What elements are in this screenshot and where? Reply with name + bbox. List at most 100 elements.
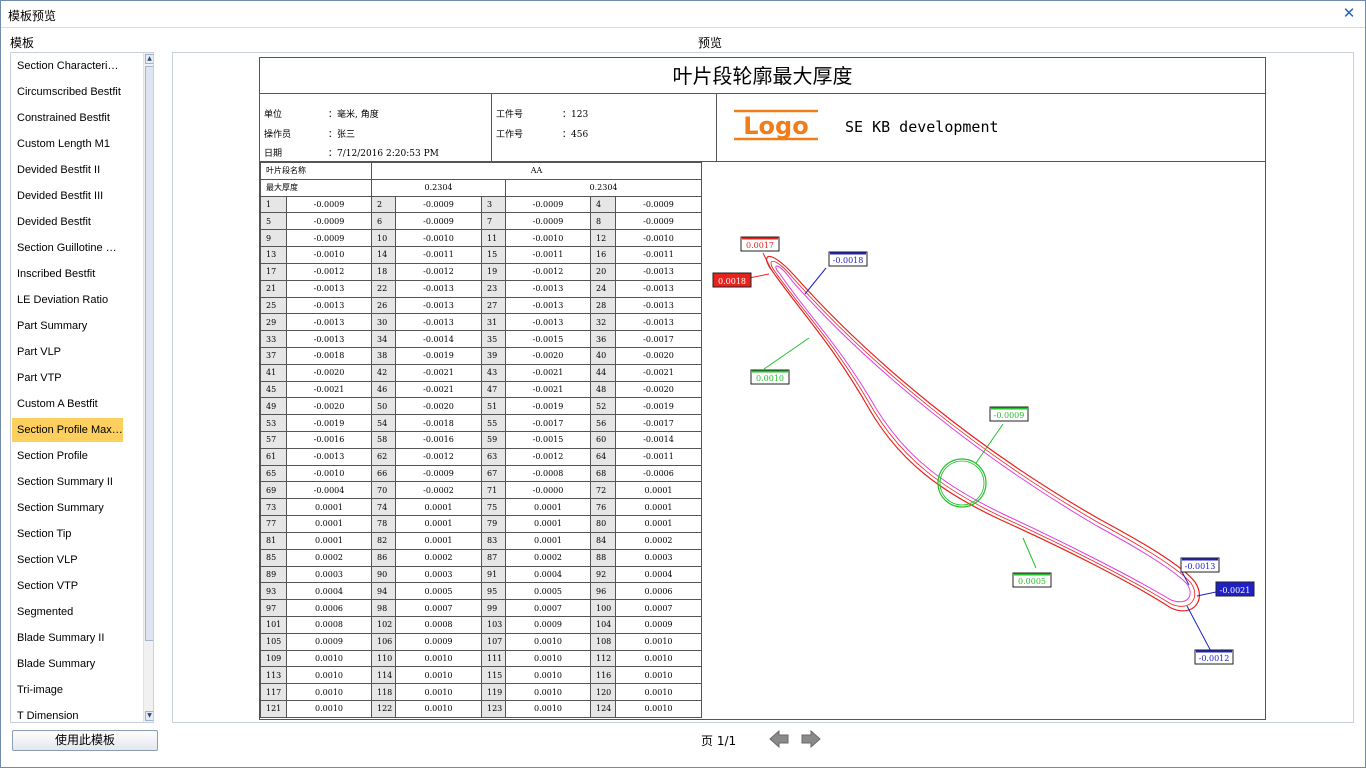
leader-line [804, 267, 827, 295]
point-index: 81 [260, 531, 287, 550]
operator-label: 操作员 [264, 130, 292, 140]
prev-page-arrow-icon[interactable] [769, 730, 789, 748]
deviation-value: 0.0007 [395, 599, 482, 617]
template-list-item[interactable]: Section Profile [12, 444, 123, 468]
deviation-value: 0.0010 [615, 632, 702, 651]
leader-line [748, 273, 770, 279]
deviation-value: 0.0010 [505, 683, 591, 701]
deviation-value: 0.0003 [286, 565, 372, 584]
point-index: 35 [481, 330, 506, 348]
work-no-label: 工作号 [496, 130, 524, 140]
template-list-item[interactable]: Part Summary [12, 314, 123, 338]
deviation-value: 0.0009 [615, 615, 702, 634]
header-divider [716, 94, 717, 162]
template-list-item[interactable]: Custom Length M1 [12, 132, 123, 156]
logo-text: Logo [743, 112, 808, 140]
template-list-item[interactable]: Devided Bestfit II [12, 158, 123, 182]
deviation-value: 0.0001 [615, 481, 702, 500]
deviation-value: -0.0011 [395, 246, 482, 264]
template-list-item[interactable]: Section Summary [12, 496, 123, 520]
template-list[interactable]: Section Characteristics Circumscribed Bes… [10, 52, 154, 723]
template-list-item[interactable]: Part VTP [12, 366, 123, 390]
point-index: 89 [260, 565, 287, 584]
deviation-value: -0.0012 [286, 262, 372, 281]
point-index: 12 [590, 229, 616, 248]
deviation-value: 0.0001 [505, 531, 591, 550]
template-list-item[interactable]: Tri-image [12, 678, 123, 702]
template-list-item[interactable]: Blade Summary [12, 652, 123, 676]
deviation-value: 0.0001 [395, 531, 482, 550]
deviation-value: -0.0018 [286, 346, 372, 365]
point-index: 44 [590, 363, 616, 382]
point-index: 124 [590, 700, 616, 718]
template-list-item[interactable]: Section Summary II [12, 470, 123, 494]
scroll-down-arrow-icon[interactable]: ▼ [145, 711, 153, 721]
next-page-arrow-icon[interactable] [801, 730, 821, 748]
template-list-item[interactable]: Constrained Bestfit [12, 106, 123, 130]
deviation-value: -0.0006 [615, 464, 702, 483]
template-list-item[interactable]: Circumscribed Bestfit [12, 80, 123, 104]
deviation-value: -0.0020 [395, 397, 482, 416]
point-index: 109 [260, 649, 287, 668]
list-scrollbar[interactable]: ▲ ▼ [143, 53, 153, 722]
point-index: 110 [371, 649, 396, 668]
deviation-value: -0.0021 [505, 380, 591, 399]
point-index: 40 [590, 346, 616, 365]
deviation-value: -0.0013 [286, 330, 372, 348]
template-preview-window: 模板预览 ✕ 模板 预览 Section Characteristics Circ… [0, 0, 1366, 768]
template-list-item[interactable]: Section Characteristics [12, 54, 123, 78]
deviation-value: -0.0014 [615, 431, 702, 449]
point-index: 50 [371, 397, 396, 416]
point-index: 19 [481, 262, 506, 281]
template-list-item[interactable]: Inscribed Bestfit [12, 262, 123, 286]
template-list-item[interactable]: Custom A Bestfit [12, 392, 123, 416]
template-list-item[interactable]: Section Profile Maximum Thickness [12, 418, 123, 442]
point-index: 10 [371, 229, 396, 248]
deviation-value: 0.0010 [286, 649, 372, 668]
deviation-value: 0.0010 [615, 649, 702, 668]
deviation-value: -0.0009 [505, 195, 591, 214]
deviation-value: 0.0002 [286, 548, 372, 567]
point-index: 87 [481, 548, 506, 567]
deviation-value: -0.0010 [286, 246, 372, 264]
close-icon[interactable]: ✕ [1341, 5, 1357, 21]
scrollbar-thumb[interactable] [145, 66, 153, 641]
deviation-value: 0.0001 [286, 531, 372, 550]
template-list-item[interactable]: T Dimension [12, 704, 123, 722]
deviation-value: 0.0010 [505, 666, 591, 685]
point-index: 29 [260, 313, 287, 332]
point-index: 59 [481, 431, 506, 449]
template-list-item[interactable]: Segmented [12, 600, 123, 624]
template-list-item[interactable]: Section VLP [12, 548, 123, 572]
point-index: 117 [260, 683, 287, 701]
point-index: 116 [590, 666, 616, 685]
callout-value: -0.0013 [1185, 562, 1216, 571]
section-name-label: 叶片段名称 [260, 162, 372, 180]
scroll-up-arrow-icon[interactable]: ▲ [145, 54, 153, 64]
deviation-value: -0.0021 [286, 380, 372, 399]
point-index: 97 [260, 599, 287, 617]
callout-value: 0.0018 [718, 277, 746, 286]
template-list-item[interactable]: Devided Bestfit [12, 210, 123, 234]
deviation-value: 0.0010 [615, 683, 702, 701]
point-index: 6 [371, 212, 396, 231]
callout-box: -0.0018 [828, 251, 868, 267]
table-row: 25 -0.0013 26 -0.0013 27 -0.0013 28 -0.0013 [260, 296, 702, 315]
point-index: 38 [371, 346, 396, 365]
date-value: ：7/12/2016 2:20:53 PM [328, 149, 439, 159]
use-template-button[interactable]: 使用此模板 [12, 730, 158, 751]
point-index: 70 [371, 481, 396, 500]
template-list-item[interactable]: Devided Bestfit III [12, 184, 123, 208]
template-list-item[interactable]: Section Guillotine Gauge [12, 236, 123, 260]
point-index: 93 [260, 582, 287, 601]
title-bar: 模板预览 ✕ [1, 1, 1365, 28]
table-row: 65 -0.0010 66 -0.0009 67 -0.0008 68 -0.0006 [260, 464, 702, 483]
template-list-item[interactable]: Blade Summary II [12, 626, 123, 650]
template-list-item[interactable]: LE Deviation Ratio [12, 288, 123, 312]
point-index: 49 [260, 397, 287, 416]
template-list-item[interactable]: Part VLP [12, 340, 123, 364]
deviation-value: -0.0012 [505, 447, 591, 466]
template-list-item[interactable]: Section Tip [12, 522, 123, 546]
template-list-item[interactable]: Section VTP [12, 574, 123, 598]
deviation-value: -0.0011 [615, 246, 702, 264]
